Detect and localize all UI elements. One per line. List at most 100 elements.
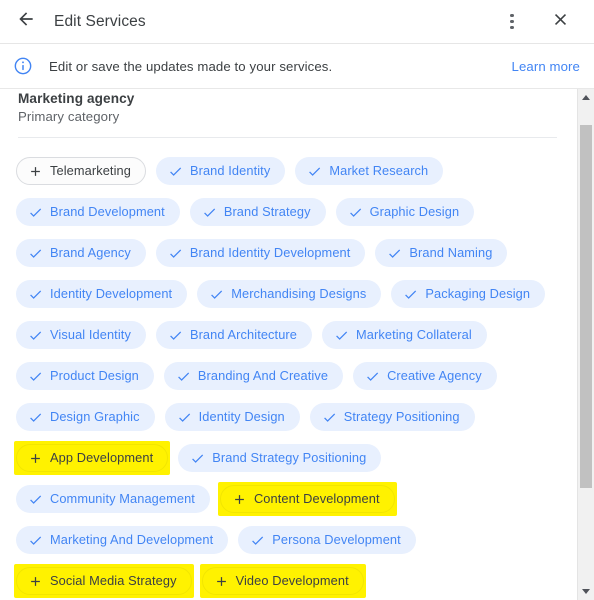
service-chip-label: Identity Design bbox=[198, 408, 285, 424]
chip-slot: Branding And Creative bbox=[163, 362, 344, 390]
chip-slot: Creative Agency bbox=[353, 362, 497, 390]
check-icon bbox=[28, 410, 43, 425]
service-chip[interactable]: Packaging Design bbox=[391, 280, 546, 308]
service-chip-label: Creative Agency bbox=[387, 367, 482, 383]
service-chip[interactable]: Brand Identity Development bbox=[155, 239, 366, 267]
service-chip[interactable]: Brand Strategy Positioning bbox=[178, 444, 382, 472]
service-chip-label: Branding And Creative bbox=[197, 367, 329, 383]
service-chip-row: Identity Development Merchandising Design… bbox=[0, 280, 577, 308]
service-chip[interactable]: Brand Development bbox=[16, 198, 180, 226]
service-chip[interactable]: Brand Strategy bbox=[189, 198, 326, 226]
service-chip-row: Community Management Content Development bbox=[0, 482, 577, 516]
chip-slot: Persona Development bbox=[238, 526, 416, 554]
service-chip[interactable]: Brand Agency bbox=[16, 239, 146, 267]
scroll-down-button[interactable] bbox=[578, 583, 594, 600]
service-chip-label: Marketing And Development bbox=[50, 531, 214, 547]
check-icon bbox=[28, 287, 43, 302]
service-chip[interactable]: Telemarketing bbox=[16, 157, 146, 185]
check-icon bbox=[322, 410, 337, 425]
plus-icon bbox=[28, 574, 43, 589]
check-icon bbox=[307, 164, 322, 179]
service-chip-label: Brand Strategy bbox=[223, 203, 311, 219]
service-chip[interactable]: Product Design bbox=[16, 362, 154, 390]
check-icon bbox=[190, 451, 205, 466]
service-chip-list: Telemarketing Brand Identity Market Resear… bbox=[0, 138, 577, 598]
service-chip-label: Brand Agency bbox=[50, 244, 131, 260]
scrollbar-track[interactable] bbox=[578, 106, 594, 583]
check-icon bbox=[334, 328, 349, 343]
service-chip[interactable]: Content Development bbox=[219, 485, 395, 513]
check-icon bbox=[168, 164, 183, 179]
learn-more-link[interactable]: Learn more bbox=[512, 59, 580, 74]
service-chip[interactable]: Identity Design bbox=[164, 403, 300, 431]
service-chip[interactable]: Community Management bbox=[16, 485, 210, 513]
service-chip[interactable]: Branding And Creative bbox=[163, 362, 344, 390]
service-chip-row: Marketing And Development Persona Develop… bbox=[0, 526, 577, 554]
service-chip[interactable]: App Development bbox=[16, 444, 169, 472]
service-chip[interactable]: Creative Agency bbox=[353, 362, 497, 390]
service-chip-label: Product Design bbox=[50, 367, 139, 383]
info-icon bbox=[13, 56, 33, 76]
service-chip[interactable]: Visual Identity bbox=[16, 321, 146, 349]
vertical-scrollbar[interactable] bbox=[577, 89, 594, 600]
service-chip-label: Market Research bbox=[329, 162, 429, 178]
service-chip-label: Merchandising Designs bbox=[231, 285, 367, 301]
service-chip[interactable]: Persona Development bbox=[238, 526, 416, 554]
service-chip-label: Brand Strategy Positioning bbox=[212, 449, 367, 465]
check-icon bbox=[168, 328, 183, 343]
more-options-button[interactable] bbox=[492, 2, 532, 42]
chip-slot: Strategy Positioning bbox=[309, 403, 475, 431]
chip-slot: Marketing Collateral bbox=[322, 321, 487, 349]
service-chip-label: Community Management bbox=[50, 490, 195, 506]
service-chip[interactable]: Brand Architecture bbox=[155, 321, 313, 349]
page-title: Edit Services bbox=[54, 12, 146, 30]
service-chip[interactable]: Merchandising Designs bbox=[197, 280, 382, 308]
highlighted-chip-slot: Social Media Strategy bbox=[14, 564, 194, 598]
service-chip[interactable]: Market Research bbox=[295, 157, 444, 185]
service-chip[interactable]: Brand Identity bbox=[155, 157, 286, 185]
category-subtitle: Primary category bbox=[18, 109, 120, 124]
service-chip[interactable]: Marketing Collateral bbox=[322, 321, 487, 349]
services-scroll-content: Marketing agency Primary category Telema… bbox=[0, 89, 577, 600]
arrow-left-icon bbox=[16, 9, 36, 34]
highlighted-chip-slot: Video Development bbox=[199, 564, 366, 598]
chip-slot: Brand Architecture bbox=[155, 321, 313, 349]
service-chip[interactable]: Social Media Strategy bbox=[16, 567, 192, 595]
back-button[interactable] bbox=[4, 0, 48, 44]
service-chip[interactable]: Strategy Positioning bbox=[309, 403, 475, 431]
chip-slot: Brand Strategy Positioning bbox=[178, 444, 382, 472]
category-block: Marketing agency Primary category bbox=[0, 89, 577, 138]
chip-slot: Packaging Design bbox=[391, 280, 546, 308]
service-chip[interactable]: Brand Naming bbox=[375, 239, 508, 267]
service-chip-label: Brand Development bbox=[50, 203, 165, 219]
service-chip-label: Brand Naming bbox=[409, 244, 493, 260]
check-icon bbox=[387, 246, 402, 261]
chip-slot: Brand Identity Development bbox=[155, 239, 366, 267]
check-icon bbox=[202, 205, 217, 220]
service-chip[interactable]: Graphic Design bbox=[335, 198, 475, 226]
service-chip-label: Brand Identity Development bbox=[189, 244, 351, 260]
service-chip-row: Telemarketing Brand Identity Market Resear… bbox=[0, 157, 577, 185]
service-chip-row: Design Graphic Identity Design Strategy Po… bbox=[0, 403, 577, 431]
chip-slot: Identity Design bbox=[164, 403, 300, 431]
service-chip-label: Brand Identity bbox=[189, 162, 271, 178]
chip-slot: Brand Naming bbox=[375, 239, 508, 267]
service-chip-label: Identity Development bbox=[50, 285, 173, 301]
info-banner: Edit or save the updates made to your se… bbox=[0, 44, 594, 89]
service-chip[interactable]: Design Graphic bbox=[16, 403, 155, 431]
category-name: Marketing agency bbox=[18, 91, 135, 106]
service-chip[interactable]: Marketing And Development bbox=[16, 526, 229, 554]
close-button[interactable] bbox=[540, 2, 580, 42]
chip-slot: Community Management bbox=[16, 485, 210, 513]
check-icon bbox=[28, 246, 43, 261]
highlighted-chip-slot: App Development bbox=[13, 441, 171, 475]
service-chip-label: Persona Development bbox=[272, 531, 401, 547]
service-chip-row: Brand Development Brand Strategy Graphic D… bbox=[0, 198, 577, 226]
service-chip[interactable]: Video Development bbox=[201, 567, 364, 595]
scroll-up-button[interactable] bbox=[578, 89, 594, 106]
scrollbar-thumb[interactable] bbox=[580, 125, 592, 488]
service-chip-label: Content Development bbox=[253, 490, 380, 506]
service-chip[interactable]: Identity Development bbox=[16, 280, 188, 308]
service-chip-label: Telemarketing bbox=[50, 162, 131, 178]
more-vert-icon bbox=[510, 14, 514, 29]
